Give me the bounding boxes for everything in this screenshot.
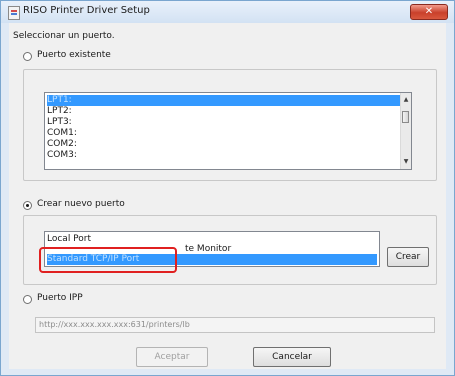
list-item[interactable]: LPT1: [47, 95, 400, 106]
ipp-port-radio[interactable] [23, 295, 32, 304]
scroll-down-arrow-icon[interactable]: ▼ [401, 157, 411, 167]
printer-app-icon [8, 6, 20, 20]
existing-port-list[interactable]: LPT1: LPT2: LPT3: COM1: COM2: COM3: ▲ ▼ [44, 92, 412, 170]
create-button[interactable]: Crear [387, 247, 429, 267]
existing-port-group: LPT1: LPT2: LPT3: COM1: COM2: COM3: ▲ ▼ [23, 69, 437, 181]
existing-port-radio[interactable] [23, 52, 32, 61]
new-port-radio[interactable] [23, 201, 32, 210]
list-item[interactable]: COM3: [47, 150, 77, 161]
title-bar[interactable]: RISO Printer Driver Setup ✕ [1, 1, 454, 23]
ipp-port-label: Puerto IPP [37, 293, 83, 303]
select-port-prompt: Seleccionar un puerto. [13, 31, 115, 41]
cancel-button[interactable]: Cancelar [253, 347, 331, 367]
accept-button[interactable]: Aceptar [136, 347, 208, 367]
list-item[interactable]: Local Port [47, 234, 91, 245]
existing-port-scrollbar[interactable]: ▲ ▼ [400, 93, 411, 169]
existing-port-label: Puerto existente [37, 50, 111, 60]
list-item[interactable]: LPT2: [47, 106, 72, 117]
scroll-thumb[interactable] [402, 111, 409, 123]
callout-highlight [39, 247, 177, 273]
list-item[interactable]: COM2: [47, 139, 77, 150]
scroll-up-arrow-icon[interactable]: ▲ [401, 95, 411, 105]
new-port-label: Crear nuevo puerto [37, 199, 125, 209]
ipp-url-field[interactable]: http://xxx.xxx.xxx.xxx:631/printers/lb [35, 317, 435, 333]
list-item[interactable]: COM1: [47, 128, 77, 139]
dialog-window: RISO Printer Driver Setup ✕ Seleccionar … [0, 0, 455, 376]
close-button[interactable]: ✕ [410, 4, 448, 20]
list-item[interactable]: LPT3: [47, 117, 72, 128]
dialog-client-area: Seleccionar un puerto. Puerto existente … [9, 23, 446, 369]
window-title: RISO Printer Driver Setup [23, 5, 150, 16]
